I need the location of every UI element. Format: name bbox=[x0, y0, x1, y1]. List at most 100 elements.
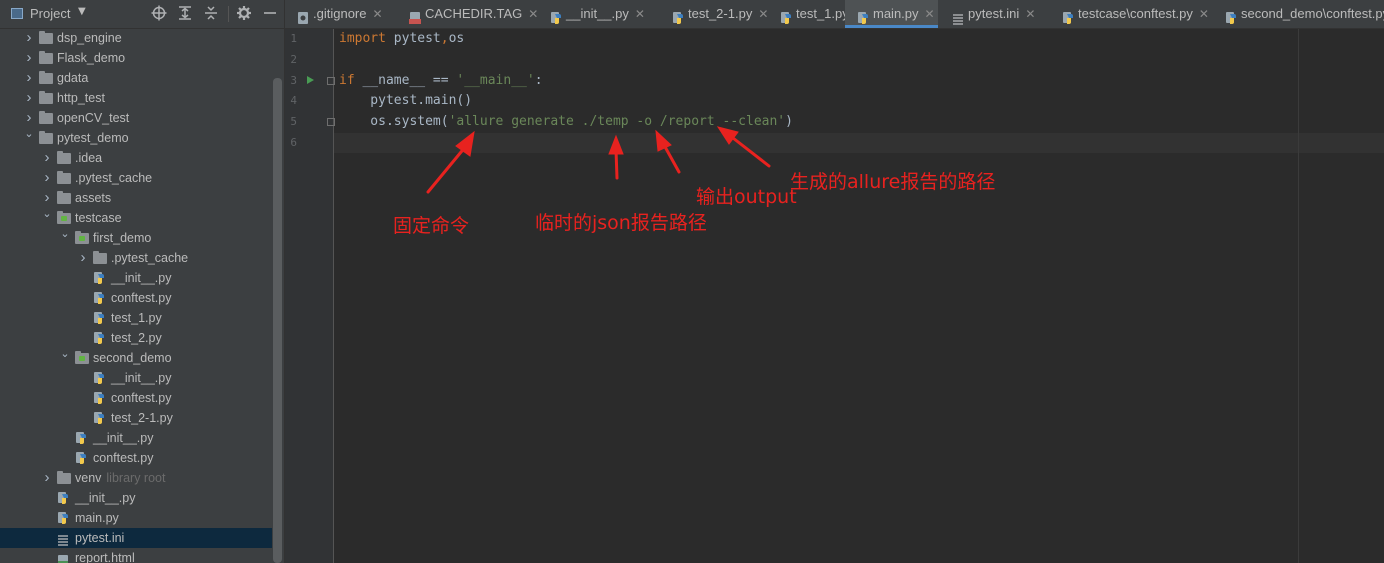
tab-main-py[interactable]: main.py ✕ bbox=[845, 0, 938, 28]
tree-file-item[interactable]: conftest.py bbox=[0, 288, 272, 308]
tree-folder-item[interactable]: › openCV_test bbox=[0, 108, 272, 128]
tree-file-item[interactable]: __init__.py bbox=[0, 428, 272, 448]
chevron-down-icon[interactable]: ⌄ bbox=[60, 224, 70, 244]
tab-label: testcase\conftest.py ✕ bbox=[1078, 6, 1209, 21]
gitignore-file-icon bbox=[297, 7, 310, 24]
tree-file-item[interactable]: test_2-1.py bbox=[0, 408, 272, 428]
tab-init-py[interactable]: __init__.py ✕ bbox=[538, 0, 658, 28]
python-file-icon bbox=[93, 331, 106, 345]
tree-folder-item[interactable]: › dsp_engine bbox=[0, 28, 272, 48]
close-icon[interactable]: ✕ bbox=[925, 7, 935, 21]
tree-file-item[interactable]: test_2.py bbox=[0, 328, 272, 348]
tab-pytest-ini[interactable]: pytest.ini ✕ bbox=[940, 0, 1048, 28]
close-icon[interactable]: ✕ bbox=[372, 7, 382, 21]
chevron-down-icon[interactable]: ⌄ bbox=[60, 344, 70, 364]
tree-item-label: __init__.py bbox=[111, 371, 172, 385]
fold-marker-icon[interactable] bbox=[327, 118, 335, 126]
tree-folder-item[interactable]: › .pytest_cache bbox=[0, 248, 272, 268]
tree-folder-item[interactable]: ⌄ pytest_demo bbox=[0, 128, 272, 148]
tree-item-label: .idea bbox=[75, 151, 103, 165]
chevron-right-icon[interactable]: › bbox=[78, 248, 88, 268]
chevron-right-icon[interactable]: › bbox=[42, 468, 52, 488]
tree-folder-item[interactable]: › assets bbox=[0, 188, 272, 208]
tab-test-2-1-py[interactable]: test_2-1.py ✕ bbox=[660, 0, 768, 28]
code-line-3[interactable]: if __name__ == '__main__': bbox=[339, 71, 543, 91]
python-file-icon bbox=[57, 491, 70, 505]
chevron-right-icon[interactable]: › bbox=[42, 148, 52, 168]
annotation-report-path: 生成的allure报告的路径 bbox=[790, 171, 996, 193]
chevron-right-icon[interactable]: › bbox=[42, 168, 52, 188]
folder-icon bbox=[39, 111, 53, 124]
run-icon[interactable] bbox=[307, 76, 314, 84]
locate-icon[interactable] bbox=[151, 5, 167, 21]
chevron-down-icon[interactable]: ⌄ bbox=[42, 204, 52, 224]
chevron-right-icon[interactable]: › bbox=[24, 68, 34, 88]
code-line-1[interactable]: import pytest,os bbox=[339, 29, 464, 49]
tree-item-label: pytest_demo bbox=[57, 131, 129, 145]
chevron-down-icon[interactable]: ▼ bbox=[78, 6, 86, 17]
code-string: '__main__' bbox=[456, 73, 535, 88]
close-icon[interactable]: ✕ bbox=[1025, 7, 1035, 21]
tab-gitignore[interactable]: .gitignore ✕ bbox=[285, 0, 395, 28]
gear-icon[interactable] bbox=[236, 5, 252, 21]
tree-item-label: .pytest_cache bbox=[111, 251, 189, 265]
code-text: __name__ == bbox=[354, 73, 457, 88]
chevron-right-icon[interactable]: › bbox=[24, 28, 34, 48]
tab-label: main.py ✕ bbox=[873, 6, 935, 21]
chevron-right-icon[interactable]: › bbox=[24, 88, 34, 108]
code-keyword: import bbox=[339, 31, 386, 46]
tree-folder-item[interactable]: › Flask_demo bbox=[0, 48, 272, 68]
folder-icon bbox=[93, 251, 107, 264]
tree-folder-item[interactable]: › .idea bbox=[0, 148, 272, 168]
tree-folder-item[interactable]: ⌄ first_demo bbox=[0, 228, 272, 248]
tree-file-item[interactable]: main.py bbox=[0, 508, 272, 528]
code-line-5[interactable]: os.system('allure generate ./temp -o /re… bbox=[339, 112, 793, 132]
code-line-4[interactable]: pytest.main() bbox=[339, 91, 472, 111]
tree-folder-item[interactable]: › .pytest_cache bbox=[0, 168, 272, 188]
tree-folder-item[interactable]: ⌄ second_demo bbox=[0, 348, 272, 368]
tab-test-1-py[interactable]: test_1.py✕ bbox=[768, 0, 865, 28]
tree-file-item[interactable]: test_1.py bbox=[0, 308, 272, 328]
current-line-highlight bbox=[334, 133, 1384, 153]
tab-second-demo-conftest-py[interactable]: second_demo\conftest.py bbox=[1213, 0, 1384, 28]
python-file-icon bbox=[1225, 7, 1238, 24]
collapse-all-icon[interactable] bbox=[203, 5, 219, 21]
fold-marker-icon[interactable] bbox=[327, 77, 335, 85]
tab-cachedir-tag[interactable]: CACHEDIR.TAG ✕ bbox=[397, 0, 538, 28]
close-icon[interactable]: ✕ bbox=[1199, 7, 1209, 21]
code-text: : bbox=[534, 73, 543, 88]
python-file-icon bbox=[1062, 7, 1075, 24]
tree-file-item[interactable]: pytest.ini bbox=[0, 528, 272, 548]
tree-file-item[interactable]: __init__.py bbox=[0, 488, 272, 508]
line-number: 5 bbox=[290, 115, 297, 128]
chevron-right-icon[interactable]: › bbox=[24, 48, 34, 68]
tree-file-item[interactable]: report.html bbox=[0, 548, 272, 563]
close-icon[interactable]: ✕ bbox=[758, 7, 768, 21]
right-margin-guide bbox=[1298, 29, 1299, 563]
annotation-temp-json-path: 临时的json报告路径 bbox=[535, 212, 707, 234]
tree-folder-item[interactable]: › http_test bbox=[0, 88, 272, 108]
hide-icon[interactable] bbox=[262, 5, 278, 21]
tree-item-label: venv library root bbox=[75, 471, 166, 485]
sidebar-scrollbar[interactable] bbox=[273, 78, 282, 563]
tree-file-item[interactable]: __init__.py bbox=[0, 268, 272, 288]
tree-item-label: test_2-1.py bbox=[111, 411, 173, 425]
ini-file-icon bbox=[952, 7, 965, 25]
tree-folder-item[interactable]: › venv library root bbox=[0, 468, 272, 488]
close-icon[interactable]: ✕ bbox=[528, 7, 538, 21]
tree-file-item[interactable]: conftest.py bbox=[0, 448, 272, 468]
tree-item-label: http_test bbox=[57, 91, 105, 105]
code-editor[interactable]: 1 2 3 4 5 6 import pytest,os if __name__ == '… bbox=[285, 29, 1384, 563]
tab-testcase-conftest-py[interactable]: testcase\conftest.py ✕ bbox=[1050, 0, 1210, 28]
tree-folder-item[interactable]: › gdata bbox=[0, 68, 272, 88]
python-file-icon bbox=[75, 451, 88, 465]
tree-item-label: __init__.py bbox=[93, 431, 154, 445]
line-number: 6 bbox=[290, 136, 297, 149]
tree-file-item[interactable]: conftest.py bbox=[0, 388, 272, 408]
tree-folder-item[interactable]: ⌄ testcase bbox=[0, 208, 272, 228]
chevron-down-icon[interactable]: ⌄ bbox=[24, 124, 34, 144]
close-icon[interactable]: ✕ bbox=[635, 7, 645, 21]
tree-file-item[interactable]: __init__.py bbox=[0, 368, 272, 388]
expand-all-icon[interactable] bbox=[177, 5, 193, 21]
project-title[interactable]: Project bbox=[30, 6, 70, 21]
